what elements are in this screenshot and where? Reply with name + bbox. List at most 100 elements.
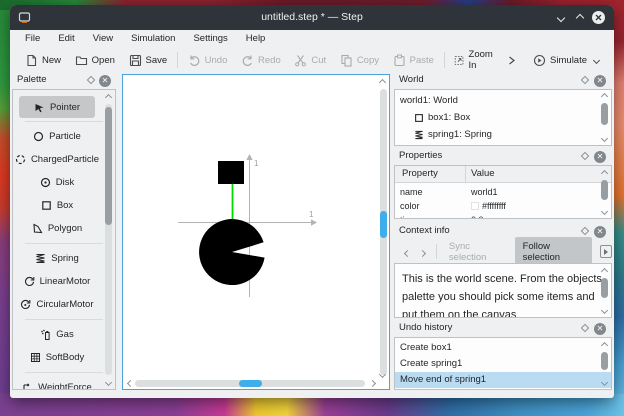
property-row-name[interactable]: name world1 (395, 186, 611, 200)
tree-item-world1[interactable]: world1: World (395, 92, 611, 109)
undo-label: Undo (204, 54, 228, 66)
open-in-browser-icon[interactable] (600, 245, 612, 258)
float-panel-icon[interactable] (580, 75, 590, 85)
palette-separator (25, 243, 103, 244)
canvas-vertical-thumb[interactable] (380, 211, 387, 238)
palette-item-weightforce[interactable]: WeightForce (13, 376, 101, 389)
close-panel-icon[interactable]: ✕ (99, 75, 111, 87)
color-swatch (471, 202, 479, 210)
copy-label: Copy (356, 54, 379, 66)
float-panel-icon[interactable] (86, 75, 96, 85)
world-scrollbar-thumb[interactable] (601, 103, 608, 125)
column-value: Value (471, 168, 495, 179)
palette-item-chargedparticle[interactable]: ChargedParticle (13, 148, 101, 171)
palette-item-label: CircularMotor (36, 299, 94, 310)
property-row-color[interactable]: color #ffffffff (395, 200, 611, 214)
titlebar[interactable]: untitled.step * — Step (10, 5, 614, 30)
step-window: untitled.step * — Step File Edit View Si… (10, 5, 614, 398)
properties-table-header[interactable]: Property Value (395, 166, 611, 183)
paste-clipboard-icon (394, 54, 405, 66)
close-panel-icon[interactable]: ✕ (594, 75, 606, 87)
float-panel-icon[interactable] (580, 151, 590, 161)
save-button[interactable]: Save (124, 51, 173, 70)
world-panel-title: World (399, 74, 424, 85)
particle-icon (34, 131, 44, 142)
new-button[interactable]: New (20, 51, 66, 70)
palette-scrollbar-thumb[interactable] (105, 107, 112, 225)
follow-selection-button[interactable]: Follow selection (514, 236, 592, 267)
minimize-button[interactable] (553, 10, 568, 25)
paste-button[interactable]: Paste (388, 51, 439, 70)
palette-scrollbar[interactable] (105, 104, 112, 375)
property-key: time (400, 215, 417, 218)
palette-item-pointer[interactable]: Pointer (19, 96, 95, 118)
palette-item-circularmotor[interactable]: CircularMotor (13, 293, 101, 316)
context-panel-title: Context info (399, 225, 450, 236)
close-button[interactable] (591, 10, 606, 25)
back-button[interactable] (400, 243, 415, 261)
menu-simulation[interactable]: Simulation (122, 30, 184, 48)
scroll-down-icon[interactable] (104, 378, 113, 387)
undo-item-move-end-of-spring1[interactable]: Move end of spring1 (395, 372, 611, 388)
palette-item-gas[interactable]: Gas (13, 323, 101, 346)
close-panel-icon[interactable]: ✕ (594, 323, 606, 335)
canvas-horizontal-thumb[interactable] (239, 380, 262, 387)
palette-item-label: Spring (51, 253, 79, 264)
toolbar-separator (436, 244, 437, 259)
undo-item-create-spring1[interactable]: Create spring1 (395, 356, 611, 372)
close-panel-icon[interactable]: ✕ (594, 226, 606, 238)
weight-force-icon (23, 383, 30, 389)
undo-item-create-box1[interactable]: Create box1 (395, 340, 611, 356)
canvas-vertical-scrollbar[interactable] (380, 89, 387, 375)
close-icon (592, 11, 605, 24)
palette-item-box[interactable]: Box (13, 194, 101, 217)
toolbar-overflow-button[interactable] (501, 52, 522, 69)
close-panel-icon[interactable]: ✕ (594, 151, 606, 163)
palette-item-polygon[interactable]: Polygon (13, 217, 101, 240)
scroll-up-icon[interactable] (104, 93, 113, 102)
world-canvas[interactable]: 1 1 (122, 74, 390, 390)
undo-button[interactable]: Undo (183, 51, 233, 70)
redo-icon (242, 55, 252, 66)
palette-panel: Palette ✕ Pointer Particle ChargedPartic… (12, 72, 116, 390)
property-key: name (400, 187, 423, 197)
open-button[interactable]: Open (70, 51, 120, 70)
palette-item-spring[interactable]: Spring (13, 247, 101, 270)
simulate-button[interactable]: Simulate (528, 51, 592, 70)
undo-scrollbar-thumb[interactable] (601, 352, 608, 370)
palette-item-linearmotor[interactable]: LinearMotor (13, 270, 101, 293)
float-panel-icon[interactable] (580, 323, 590, 333)
forward-button[interactable] (415, 243, 430, 261)
palette-item-particle[interactable]: Particle (13, 125, 101, 148)
copy-button[interactable]: Copy (335, 51, 384, 70)
column-divider[interactable] (465, 166, 466, 182)
cut-button[interactable]: Cut (289, 51, 331, 70)
property-value: #ffffffff (471, 201, 506, 211)
sync-selection-button[interactable]: Sync selection (443, 241, 511, 263)
properties-scrollbar-thumb[interactable] (601, 180, 608, 200)
property-row-time[interactable]: time 0.0 s (395, 214, 611, 218)
tree-item-box1[interactable]: box1: Box (395, 109, 611, 126)
x-axis-label: 1 (309, 210, 314, 219)
zoom-in-button[interactable]: Zoom In (449, 46, 500, 74)
properties-panel: Properties ✕ Property Value name world1 … (394, 148, 612, 219)
menu-file[interactable]: File (16, 30, 49, 48)
menu-view[interactable]: View (84, 30, 122, 48)
simulate-dropdown-button[interactable] (592, 55, 604, 66)
menubar: File Edit View Simulation Settings Help (10, 30, 614, 48)
palette-item-softbody[interactable]: SoftBody (13, 346, 101, 369)
maximize-button[interactable] (572, 10, 587, 25)
context-scrollbar-thumb[interactable] (601, 278, 608, 298)
palette-item-disk[interactable]: Disk (13, 171, 101, 194)
menu-help[interactable]: Help (237, 30, 275, 48)
tree-item-spring1[interactable]: spring1: Spring (395, 126, 611, 143)
menu-settings[interactable]: Settings (184, 30, 236, 48)
palette-item-label: LinearMotor (39, 276, 91, 287)
pointer-icon (35, 103, 44, 112)
redo-button[interactable]: Redo (236, 51, 286, 70)
window-title: untitled.step * — Step (261, 11, 363, 23)
canvas-horizontal-scrollbar[interactable] (135, 380, 365, 387)
menu-edit[interactable]: Edit (49, 30, 83, 48)
float-panel-icon[interactable] (580, 226, 590, 236)
palette-header: Palette ✕ (12, 72, 116, 89)
